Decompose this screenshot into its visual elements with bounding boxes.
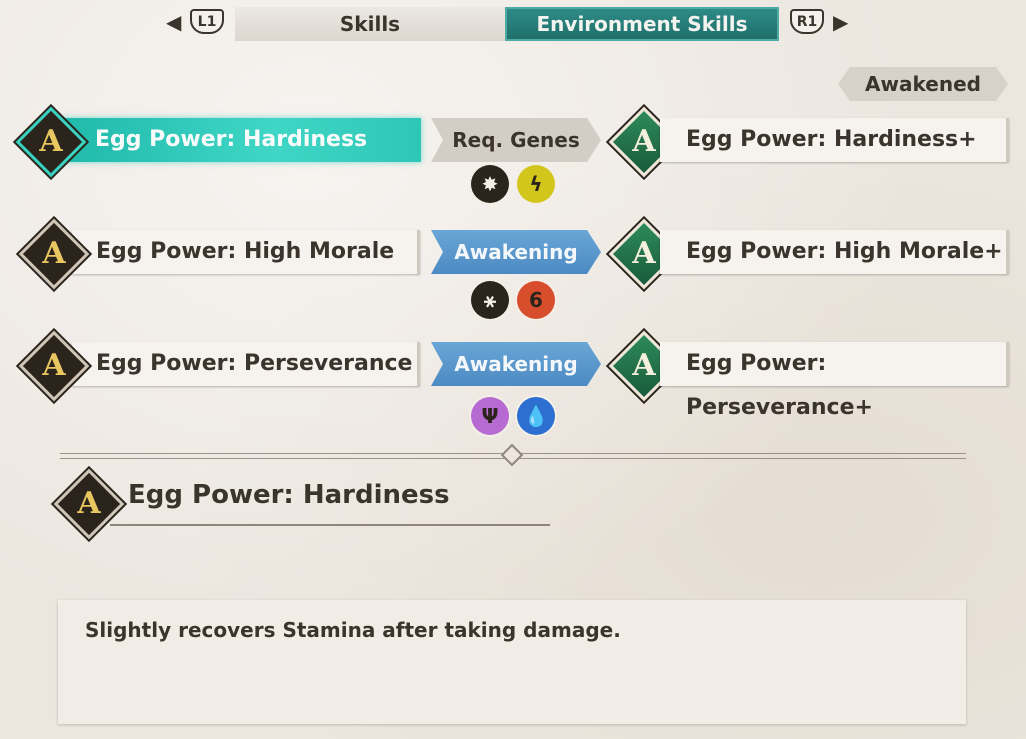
l1-button[interactable]: L1	[190, 9, 224, 34]
awakened-skill-entry: Egg Power: High Morale+	[660, 230, 1009, 274]
description-box: Slightly recovers Stamina after taking d…	[58, 600, 966, 724]
skill-entry-selected[interactable]: Egg Power: Hardiness	[55, 118, 421, 162]
skill-name: Egg Power: Hardiness	[95, 127, 368, 152]
skill-row: Egg Power: Hardiness A Req. Genes ✸ ϟ A …	[0, 106, 1026, 208]
fire-icon: 6	[517, 281, 555, 319]
awakened-skill-entry: Egg Power: Hardiness+	[660, 118, 1009, 162]
tab-bar: Skills Environment Skills	[235, 7, 779, 41]
r1-button[interactable]: R1	[790, 9, 824, 34]
detail-title-underline	[110, 524, 550, 526]
magnet-icon: Ψ	[471, 397, 509, 435]
tab-environment-skills[interactable]: Environment Skills	[505, 7, 779, 41]
awakened-skill-name: Egg Power: Perseverance+	[686, 351, 873, 420]
detail-title: Egg Power: Hardiness	[128, 480, 450, 510]
awakening-label: Awakening	[431, 230, 601, 274]
awakening-label: Awakening	[431, 342, 601, 386]
skill-entry[interactable]: Egg Power: High Morale	[72, 230, 420, 274]
awakened-header: Awakened	[838, 67, 1008, 101]
tab-skills[interactable]: Skills	[235, 7, 505, 41]
detail-skill-badge-icon: A	[53, 468, 125, 540]
tab-prev-arrow-icon[interactable]: ◀	[166, 10, 181, 34]
awakened-skill-name: Egg Power: Hardiness+	[686, 127, 977, 152]
burst-icon: ✸	[471, 165, 509, 203]
description-text: Slightly recovers Stamina after taking d…	[85, 618, 621, 642]
lightning-icon: ϟ	[517, 165, 555, 203]
skill-name: Egg Power: High Morale	[96, 239, 395, 264]
running-icon: ⚹	[471, 281, 509, 319]
skill-row: Egg Power: Perseverance A Awakening Ψ 💧 …	[0, 330, 1026, 435]
skill-name: Egg Power: Perseverance	[96, 351, 413, 376]
req-genes-label: Req. Genes	[431, 118, 601, 162]
skill-entry[interactable]: Egg Power: Perseverance	[72, 342, 420, 386]
awakened-skill-entry: Egg Power: Perseverance+	[660, 342, 1009, 420]
divider-ornament-icon	[500, 443, 524, 467]
water-drop-icon: 💧	[517, 397, 555, 435]
skill-row: Egg Power: High Morale A Awakening ⚹ 6 A…	[0, 218, 1026, 320]
tab-next-arrow-icon[interactable]: ▶	[833, 10, 848, 34]
awakened-skill-name: Egg Power: High Morale+	[686, 239, 1003, 264]
